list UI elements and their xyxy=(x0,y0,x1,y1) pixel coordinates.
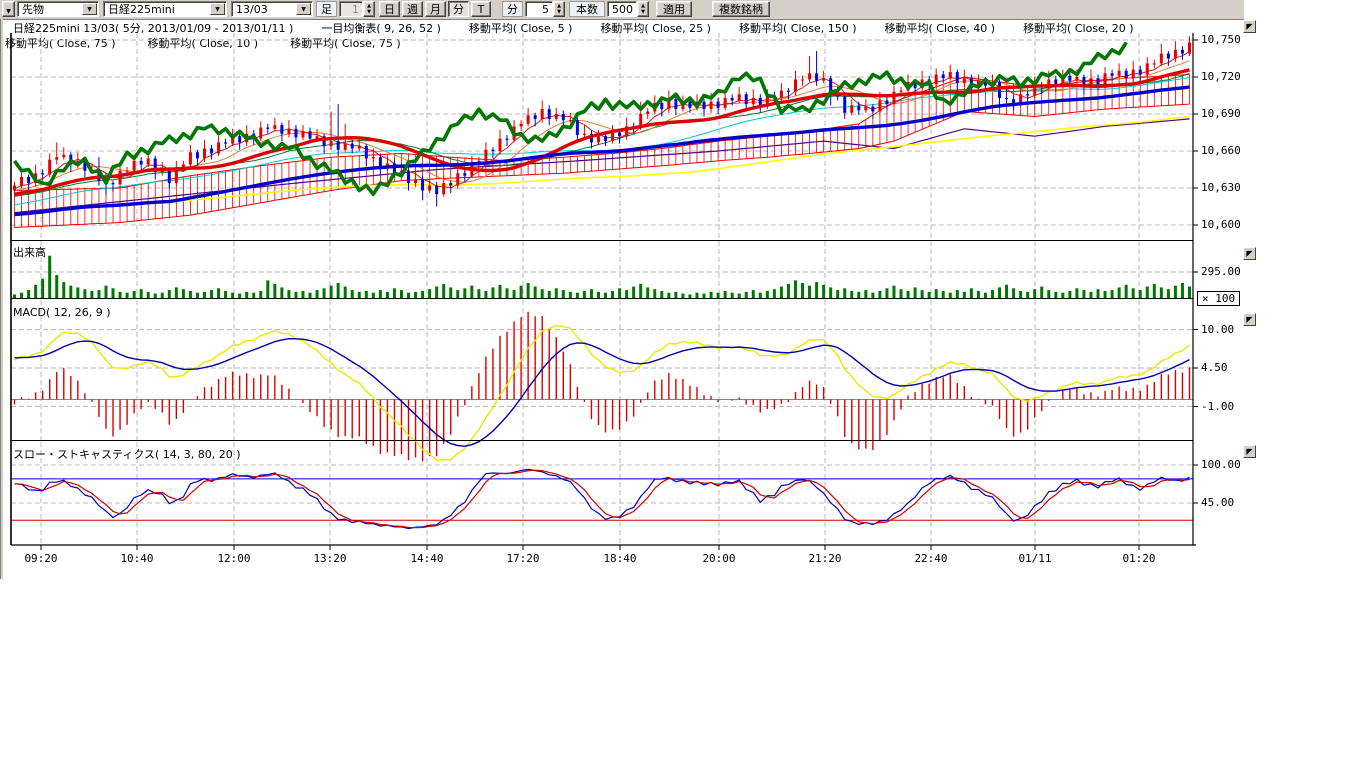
price-axis-label: 10,600 xyxy=(1201,218,1241,231)
time-axis-label: 01/11 xyxy=(1013,552,1057,565)
volume-panel-zoom-button[interactable]: ◤ xyxy=(1243,247,1256,260)
time-axis-label: 01:20 xyxy=(1117,552,1161,565)
chart-canvas xyxy=(0,0,1262,580)
stoch-k-line xyxy=(15,469,1190,528)
candlesticks xyxy=(13,36,1191,206)
macd-axis-label: 10.00 xyxy=(1201,323,1234,336)
price-axis-label: 10,660 xyxy=(1201,144,1241,157)
ma10-line xyxy=(15,61,1190,191)
resize-arrow-icon: ◤ xyxy=(1246,22,1252,31)
price-axis-label: 10,630 xyxy=(1201,181,1241,194)
stoch-axis-label: 100.00 xyxy=(1201,458,1241,471)
resize-arrow-icon: ◤ xyxy=(1246,447,1252,456)
volume-panel-label: 出来高 xyxy=(13,244,46,260)
resize-arrow-icon: ◤ xyxy=(1246,249,1252,258)
main-panel-zoom-button[interactable]: ◤ xyxy=(1243,20,1256,33)
macd-histogram xyxy=(15,312,1190,462)
time-axis-label: 14:40 xyxy=(405,552,449,565)
time-axis-label: 09:20 xyxy=(19,552,63,565)
macd-panel-zoom-button[interactable]: ◤ xyxy=(1243,313,1256,326)
gridlines xyxy=(11,33,1193,545)
time-axis-label: 12:00 xyxy=(212,552,256,565)
price-axis-label: 10,720 xyxy=(1201,70,1241,83)
resize-arrow-icon: ◤ xyxy=(1246,315,1252,324)
price-axis-label: 10,750 xyxy=(1201,33,1241,46)
time-axis-label: 18:40 xyxy=(598,552,642,565)
time-axis-label: 10:40 xyxy=(115,552,159,565)
macd-panel-label: MACD( 12, 26, 9 ) xyxy=(13,306,111,319)
time-axis-label: 17:20 xyxy=(501,552,545,565)
time-axis-label: 20:00 xyxy=(697,552,741,565)
time-axis-label: 22:40 xyxy=(909,552,953,565)
chart-application-window: { "toolbar": { "menu_dropdown": "▼", "ma… xyxy=(0,0,1366,768)
time-axis-label: 21:20 xyxy=(803,552,847,565)
macd-axis-label: -1.00 xyxy=(1201,400,1234,413)
time-axis-label: 13:20 xyxy=(308,552,352,565)
price-axis-label: 10,690 xyxy=(1201,107,1241,120)
stoch-panel-label: スロー・ストキャスティクス( 14, 3, 80, 20 ) xyxy=(13,446,241,462)
macd-axis-label: 4.50 xyxy=(1201,361,1228,374)
volume-axis-label: 295.00 xyxy=(1201,265,1241,278)
volume-scale-badge: × 100 xyxy=(1197,291,1240,306)
stoch-panel-zoom-button[interactable]: ◤ xyxy=(1243,445,1256,458)
stoch-axis-label: 45.00 xyxy=(1201,496,1234,509)
volume-bars xyxy=(13,256,1191,298)
